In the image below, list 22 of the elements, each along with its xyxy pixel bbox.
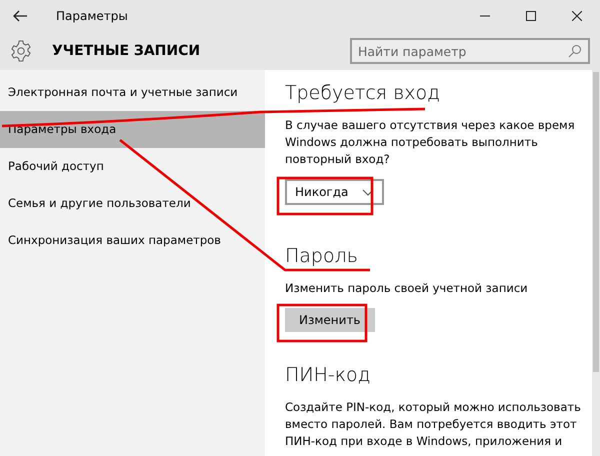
sidebar-item[interactable]: Рабочий доступ: [0, 148, 265, 185]
search-field[interactable]: Найти параметр: [350, 38, 590, 64]
section-description: Изменить пароль своей учетной записи: [285, 280, 529, 297]
change-button[interactable]: Изменить: [285, 308, 374, 332]
close-icon[interactable]: [572, 11, 582, 21]
sidebar-item[interactable]: Синхронизация ваших параметров: [0, 222, 265, 259]
maximize-icon[interactable]: [526, 11, 536, 21]
sidebar-item[interactable]: Электронная почта и учетные записи: [0, 74, 265, 111]
scrollbar-thumb[interactable]: [593, 72, 599, 372]
dropdown[interactable]: Никогда: [285, 179, 384, 205]
settings-icon: [10, 40, 32, 62]
sidebar-item[interactable]: Семья и другие пользователи: [0, 185, 265, 222]
window-title: Параметры: [56, 9, 128, 23]
scrollbar[interactable]: [592, 70, 600, 456]
section-description: В случае вашего отсутствия через какое время Windows должна потребовать выполнить повторный вход?: [285, 117, 576, 168]
section-heading: ПИН-код: [285, 364, 371, 386]
section-description: Создайте PIN-код, который можно использовать вместо паролей. Вам потребуется вводить этот ПИН-код при входе в Windows, приложения и: [285, 399, 582, 450]
page-title: УЧЕТНЫЕ ЗАПИСИ: [52, 43, 200, 59]
section-heading: Пароль: [285, 245, 358, 267]
search-icon: [568, 44, 582, 58]
back-arrow-icon[interactable]: [12, 8, 28, 24]
section-heading: Требуется вход: [285, 82, 440, 104]
